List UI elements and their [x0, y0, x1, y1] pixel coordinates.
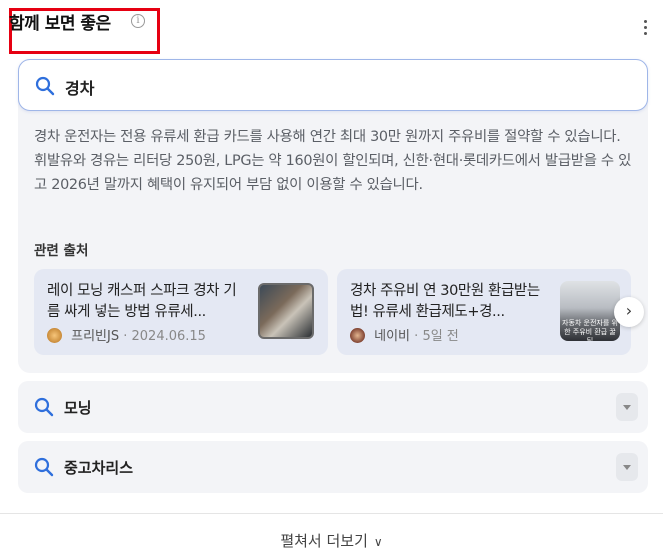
- source-date: 2024.06.15: [131, 329, 206, 344]
- chevron-down-icon: ∨: [373, 535, 383, 549]
- chevron-right-icon: ›: [625, 301, 633, 320]
- avatar: [350, 328, 365, 343]
- more-vertical-icon[interactable]: [641, 20, 649, 40]
- source-card[interactable]: 경차 주유비 연 30만원 환급받는 법! 유류세 환급제도+경... 네이비 …: [337, 269, 631, 355]
- source-thumbnail: [258, 283, 314, 339]
- source-thumbnail: 자동차 운전자를 위한 주유비 환급 꿀팁: [560, 281, 620, 341]
- search-icon: [35, 76, 55, 96]
- divider: [0, 513, 663, 514]
- info-icon[interactable]: i: [131, 14, 145, 28]
- thumbnail-caption: 자동차 운전자를 위한 주유비 환급 꿀팁: [562, 319, 618, 341]
- expand-arrow-button[interactable]: [616, 393, 638, 421]
- source-meta: 프리빈JS · 2024.06.15: [47, 325, 206, 344]
- related-query-text: 모닝: [64, 399, 92, 417]
- answer-card: 경차 경차 운전자는 전용 유류세 환급 카드를 사용해 연간 최대 30만 원…: [18, 59, 648, 373]
- main-query-text: 경차: [65, 79, 95, 98]
- search-icon: [34, 397, 54, 417]
- expand-arrow-button[interactable]: [616, 453, 638, 481]
- source-title: 레이 모닝 캐스퍼 스파크 경차 기름 싸게 넣는 방법 유류세...: [47, 283, 237, 320]
- related-query-item[interactable]: 중고차리스: [18, 441, 648, 493]
- avatar: [47, 328, 62, 343]
- source-card[interactable]: 레이 모닝 캐스퍼 스파크 경차 기름 싸게 넣는 방법 유류세... 프리빈J…: [34, 269, 328, 355]
- answer-text: 경차 운전자는 전용 유류세 환급 카드를 사용해 연간 최대 30만 원까지 …: [34, 129, 632, 193]
- source-date: 5일 전: [422, 329, 459, 344]
- source-author: 프리빈JS: [71, 329, 120, 344]
- sources-label: 관련 출처: [34, 243, 89, 259]
- section-title: 함께 보면 좋은: [9, 9, 111, 34]
- section-title-label: 함께 보면 좋은: [9, 14, 111, 34]
- search-icon: [34, 457, 54, 477]
- expand-label: 펼쳐서 더보기: [280, 532, 368, 550]
- source-meta: 네이비 · 5일 전: [350, 325, 459, 344]
- related-query-item[interactable]: 모닝: [18, 381, 648, 433]
- related-query-text: 중고차리스: [64, 459, 134, 477]
- source-title: 경차 주유비 연 30만원 환급받는 법! 유류세 환급제도+경...: [350, 283, 540, 320]
- next-sources-button[interactable]: ›: [614, 297, 644, 327]
- section-header: 함께 보면 좋은 i: [0, 0, 663, 58]
- expand-more-button[interactable]: 펼쳐서 더보기 ∨: [0, 530, 663, 551]
- main-query-box[interactable]: 경차: [18, 59, 648, 111]
- source-author: 네이비: [374, 329, 411, 344]
- meta-separator: ·: [123, 329, 132, 344]
